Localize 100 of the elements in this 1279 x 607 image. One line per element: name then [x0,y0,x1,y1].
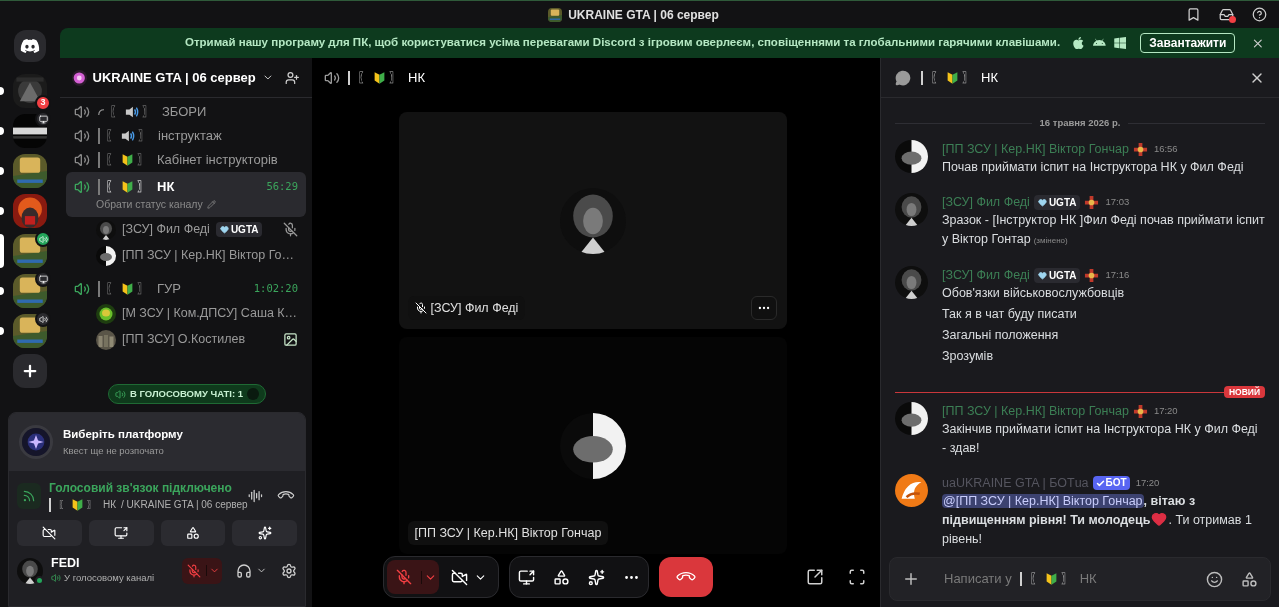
unread-badge: 3 [35,95,51,111]
placeholder-text: Написати у [944,570,1012,589]
invite-icon[interactable] [285,69,300,86]
muted-mic-icon [187,563,201,578]
author-name[interactable]: [ПП ЗСУ | Кер.НК] Віктор Гончар [942,401,1129,421]
window-title: UKRAINE GTA | 06 сервер [568,6,719,24]
server-name[interactable]: UKRAINE GTA | 06 сервер [92,67,256,88]
voice-channel[interactable]: 〖 〗 НК 56:29 Обрати статус каналу [66,172,306,217]
apps-icon[interactable] [1241,570,1258,588]
bracket-text: 〖 [105,280,118,298]
bracket-text: 〖 [109,103,122,122]
plus-icon[interactable] [902,570,920,588]
voice-channel[interactable]: 〖 〗 ЗБОРИ [66,100,306,124]
message-text: Обов'язки військовослужбовців [942,285,1126,303]
voice-status[interactable]: Голосовий зв'язок підключено [49,479,233,497]
pop-out-icon[interactable] [806,568,824,586]
channel-name: інструктаж [158,127,222,146]
download-button[interactable]: Завантажити [1140,33,1236,53]
voice-member[interactable]: [ЗСУ] Фил Феді UGTA [66,216,306,243]
help-icon[interactable] [1252,7,1267,22]
speaker-icon [51,573,61,584]
status-hint[interactable]: Обрати статус каналу [96,197,203,213]
bracket-text: 〗 [138,127,151,146]
edited-label: (змінено) [1033,236,1068,246]
mic-button[interactable] [387,560,439,594]
fullscreen-icon[interactable] [848,568,866,586]
bracket-text: 〖 [105,151,118,170]
channel-name: НК [408,69,425,88]
timestamp: 16:56 [1153,142,1178,157]
bracket-text: 〗 [1060,570,1074,589]
server-icon[interactable]: 3 [13,74,47,108]
timestamp: 17:20 [1135,476,1160,491]
emoji-icon[interactable] [1206,570,1223,588]
pill-label: В ГОЛОСОВОМУ ЧАТІ: 1 [130,386,244,401]
call-timer: 56:29 [266,179,298,195]
message-text: Зразок - [Інструктор НК ]Фил Феді почав приймати іспит у Віктор Гонтар (змінено) [942,212,1265,249]
mic-button[interactable] [182,557,222,584]
apple-icon [1072,36,1085,50]
server-icon[interactable] [13,234,47,268]
quest-title[interactable]: Виберіть платформу [63,426,183,444]
screen-share-icon[interactable] [518,568,535,586]
channel-name: НК [157,178,175,197]
video-tile[interactable]: [ЗСУ] Фил Феді [398,112,787,329]
home-button[interactable] [14,30,46,62]
server-icon[interactable] [13,314,47,348]
author-name[interactable]: [ЗСУ] Фил Феді [942,192,1030,212]
heart-icon [1037,197,1047,207]
check-icon [1095,478,1105,488]
voice-channel[interactable]: 〖 〗 Кабінет інструкторів [66,148,306,172]
timestamp: 17:16 [1105,268,1130,283]
camera-button[interactable] [17,520,82,546]
heart-icon [1151,511,1168,528]
headphones-button[interactable] [236,562,267,579]
server-icon[interactable] [13,274,47,308]
timestamp: 17:20 [1153,404,1178,419]
signal-icon [22,488,36,503]
hang-up-button[interactable] [659,557,713,597]
message-text: Закінчив приймати іспит на Інструктора НК у Фил Феді - здав! [942,421,1259,458]
sparkles-icon[interactable] [588,568,605,586]
user-name[interactable]: FEDI [51,556,155,571]
bracket-text: 〗 [87,498,97,512]
server-path[interactable]: / UKRAINE GTA | 06 сервер [121,497,248,512]
server-tag: UGTA [1033,194,1081,210]
activities-button[interactable] [160,520,226,546]
author-name[interactable]: [ПП ЗСУ | Кер.НК] Віктор Гончар [942,139,1129,159]
member-name: [М ЗСУ | Ком.ДПСУ] Саша К… [122,305,298,323]
server-icon[interactable] [13,114,47,148]
add-server-button[interactable] [13,354,47,388]
voice-member[interactable]: [ПП ЗСУ] О.Костилев [66,326,306,353]
inbox-button[interactable] [1219,7,1234,22]
message-field[interactable]: Написати у 〖 〗 НК [889,557,1271,601]
server-icon[interactable] [13,154,47,188]
muted-mic-icon [396,569,412,585]
name-label: [ПП ЗСУ | Кер.НК] Віктор Гончар [407,521,609,545]
settings-icon[interactable] [281,562,297,579]
waveform-icon[interactable] [248,487,264,504]
server-tag: UGTA [215,222,263,238]
soundboard-button[interactable] [232,520,297,546]
bracket-text: 〖 [58,498,68,512]
inbox-icon [1219,7,1234,22]
video-tile[interactable]: [ПП ЗСУ | Кер.НК] Віктор Гончар [398,337,787,554]
bookmark-icon[interactable] [1186,7,1201,22]
heart-icon [219,225,229,235]
member-name: [ЗСУ] Фил Феді [122,221,210,239]
user-mention[interactable]: @[ПП ЗСУ | Кер.НК] Віктор Гончар [942,494,1144,509]
bracket-text: 〗 [137,280,150,298]
screen-share-icon [114,526,129,540]
shapes-icon[interactable] [553,568,570,586]
voice-count-pill[interactable]: В ГОЛОСОВОМУ ЧАТІ: 1 [108,384,267,404]
voice-channel[interactable]: 〖 〗 ГУР 1:02:20 [66,276,306,301]
voice-channel[interactable]: 〖 〗 інструктаж [66,124,306,148]
headphones-icon [236,562,252,579]
author-name[interactable]: [ЗСУ] Фил Феді [942,265,1030,285]
bracket-text: 〖 [1028,570,1042,589]
channel-name: Кабінет інструкторів [157,151,278,170]
bracket-text: 〗 [389,69,402,88]
screen-share-button[interactable] [88,520,154,546]
speaker-icon [115,388,126,400]
server-tag: UGTA [1033,267,1081,283]
plus-icon [21,362,39,380]
